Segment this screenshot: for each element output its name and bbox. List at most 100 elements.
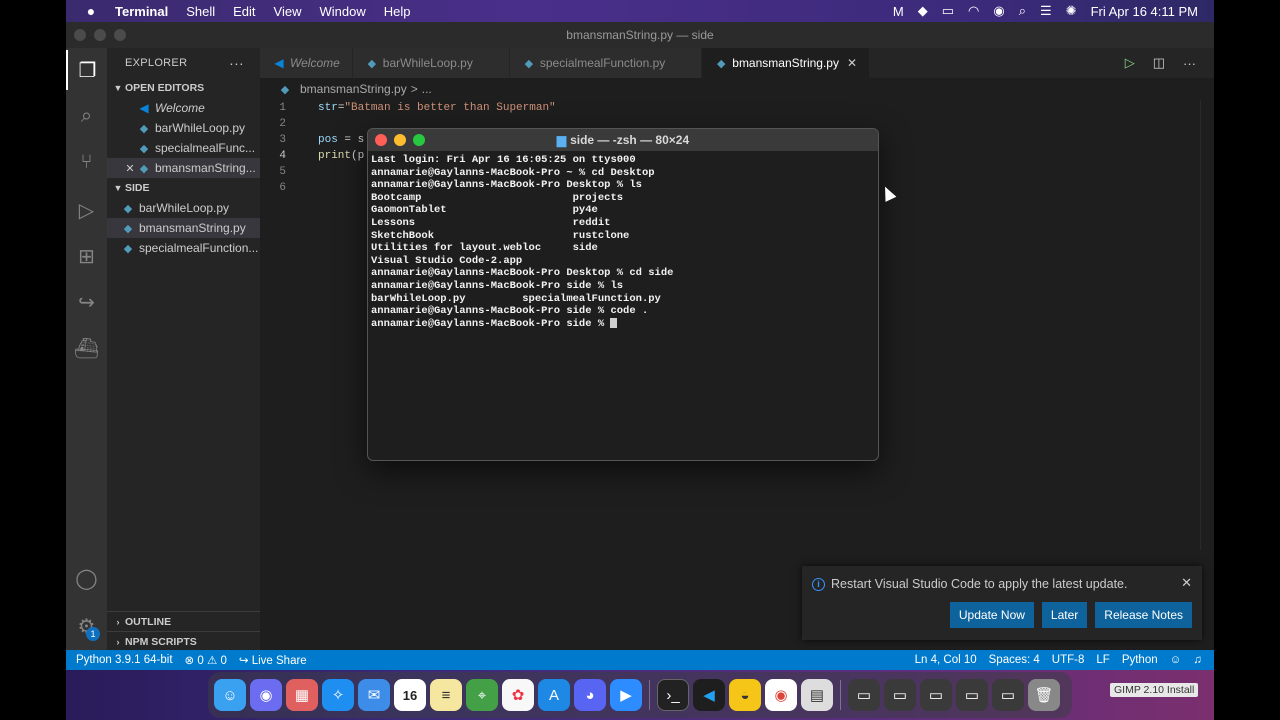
menu-edit[interactable]: Edit [224,4,264,19]
language-mode[interactable]: Python [1116,654,1164,666]
malwarebytes-icon[interactable]: M [893,4,904,19]
indentation[interactable]: Spaces: 4 [983,654,1046,666]
siri-icon[interactable]: ✺ [1066,3,1077,19]
end-of-line[interactable]: LF [1090,654,1115,666]
more-actions-icon[interactable]: ··· [229,55,260,71]
vscode-titlebar: bmansmanString.py — side [66,22,1214,48]
menu-app-terminal[interactable]: Terminal [106,4,177,19]
menu-shell[interactable]: Shell [177,4,224,19]
terminal-output[interactable]: Last login: Fri Apr 16 16:05:25 on ttys0… [368,151,878,333]
wifi-icon[interactable]: ◠ [968,3,979,19]
terminal-line: Utilities for layout.webloc side [371,242,875,255]
safari-icon[interactable]: ✧ [322,679,354,711]
launchpad-icon[interactable]: ▦ [286,679,318,711]
more-actions-icon[interactable]: ··· [1183,56,1196,71]
terminal-minimize-button[interactable] [394,134,406,146]
control-center-icon[interactable]: ☰ [1040,3,1052,19]
terminal-window[interactable]: ▆ side — -zsh — 80×24 Last login: Fri Apr… [367,128,879,461]
live-share-icon[interactable]: ↪ [66,282,107,322]
breadcrumb-file[interactable]: bmansmanString.py [300,82,407,96]
close-tab-icon[interactable]: ✕ [847,56,857,70]
search-icon[interactable]: ⌕ [66,96,107,136]
docker-icon[interactable]: ⛴ [66,328,107,368]
menu-view[interactable]: View [265,4,311,19]
menu-window[interactable]: Window [311,4,375,19]
tab-specialmealfunction[interactable]: ◆ specialmealFunction.py [509,48,703,78]
menubar-clock[interactable]: Fri Apr 16 4:11 PM [1091,4,1198,19]
cyberduck-icon[interactable]: ◒ [729,679,761,711]
terminal-zoom-button[interactable] [413,134,425,146]
split-editor-icon[interactable]: ◫ [1153,55,1165,71]
update-now-button[interactable]: Update Now [949,602,1034,628]
notifications-bell-icon[interactable]: ♫ [1187,654,1208,666]
chrome-icon[interactable]: ◉ [765,679,797,711]
release-notes-button[interactable]: Release Notes [1095,602,1192,628]
code-line[interactable]: 1 str="Batman is better than Superman" [260,100,1214,116]
gimp-install-label[interactable]: GIMP 2.10 Install [1110,683,1199,697]
account-icon[interactable]: ◯ [66,558,107,598]
source-control-icon[interactable]: ⑂ [66,142,107,182]
python-interpreter[interactable]: Python 3.9.1 64-bit [66,654,179,666]
manage-gear-icon[interactable]: ⚙ 1 [66,606,107,646]
live-share-status[interactable]: ↪ Live Share [233,653,313,667]
maps-icon[interactable]: ⌖ [466,679,498,711]
user-icon[interactable]: ◉ [993,3,1004,19]
shield-icon[interactable]: ◆ [918,3,928,19]
file-barwhileloop[interactable]: ◆ barWhileLoop.py [107,198,260,218]
mac-menubar: ● Terminal Shell Edit View Window Help M… [66,0,1214,22]
file-bmansmanstring[interactable]: ◆ bmansmanString.py [107,218,260,238]
minimized-window-icon[interactable]: ▭ [992,679,1024,711]
extensions-icon[interactable]: ⊞ [66,236,107,276]
minimized-window-icon[interactable]: ▭ [920,679,952,711]
tab-welcome[interactable]: ◀ Welcome [260,48,353,78]
open-editor-barwhileloop[interactable]: ◆ barWhileLoop.py [107,118,260,138]
run-debug-icon[interactable]: ▷ [66,190,107,230]
breadcrumb-symbol[interactable]: ... [422,82,432,96]
close-window-button[interactable] [74,29,86,41]
open-editor-bmansmanstring[interactable]: ✕ ◆ bmansmanString... [107,158,260,178]
finder-icon[interactable]: ☺ [214,679,246,711]
tab-barwhileloop[interactable]: ◆ barWhileLoop.py [352,48,510,78]
trash-icon[interactable]: 🗑 [1028,679,1060,711]
terminal-titlebar[interactable]: ▆ side — -zsh — 80×24 [368,129,878,151]
encoding[interactable]: UTF-8 [1046,654,1091,666]
notes-icon[interactable]: ≡ [430,679,462,711]
minimize-window-button[interactable] [94,29,106,41]
terminal-app-icon[interactable]: ›_ [657,679,689,711]
discord-icon[interactable]: ◕ [574,679,606,711]
minimized-window-icon[interactable]: ▭ [848,679,880,711]
terminal-close-button[interactable] [375,134,387,146]
minimized-window-icon[interactable]: ▭ [956,679,988,711]
preview-icon[interactable]: ▤ [801,679,833,711]
explorer-icon[interactable]: ❐ [66,50,107,90]
mail-icon[interactable]: ✉ [358,679,390,711]
outline-section[interactable]: › OUTLINE [107,611,260,632]
calendar-icon[interactable]: 16 [394,679,426,711]
minimized-window-icon[interactable]: ▭ [884,679,916,711]
vscode-app-icon[interactable]: ◀ [693,679,725,711]
battery-icon[interactable]: ▭ [942,3,954,19]
apple-menu-icon[interactable]: ● [76,3,106,19]
file-specialmeal[interactable]: ◆ specialmealFunction... [107,238,260,258]
later-button[interactable]: Later [1041,602,1088,628]
close-notification-icon[interactable]: ✕ [1181,575,1192,591]
open-editor-specialmeal[interactable]: ◆ specialmealFunc... [107,138,260,158]
open-editors-section[interactable]: ▼ OPEN EDITORS [107,78,260,98]
menu-help[interactable]: Help [375,4,420,19]
npm-scripts-section[interactable]: › NPM SCRIPTS [107,631,260,652]
folder-side-section[interactable]: ▼ SIDE [107,178,260,198]
photos-icon[interactable]: ✿ [502,679,534,711]
app-store-icon[interactable]: A [538,679,570,711]
open-editor-welcome[interactable]: ◀ Welcome [107,98,260,118]
search-icon[interactable]: ⌕ [1019,3,1026,19]
run-file-icon[interactable]: ▷ [1125,55,1135,71]
minimap[interactable] [1200,100,1201,550]
zoom-window-button[interactable] [114,29,126,41]
tab-bmansmanstring[interactable]: ◆ bmansmanString.py ✕ [702,48,871,78]
feedback-icon[interactable]: ☺ [1164,654,1188,666]
close-editor-icon[interactable]: ✕ [123,162,137,175]
siri-icon[interactable]: ◉ [250,679,282,711]
problems-indicator[interactable]: ⊗ 0 ⚠ 0 [179,653,233,667]
cursor-position[interactable]: Ln 4, Col 10 [909,654,983,666]
zoom-icon[interactable]: ▶ [610,679,642,711]
